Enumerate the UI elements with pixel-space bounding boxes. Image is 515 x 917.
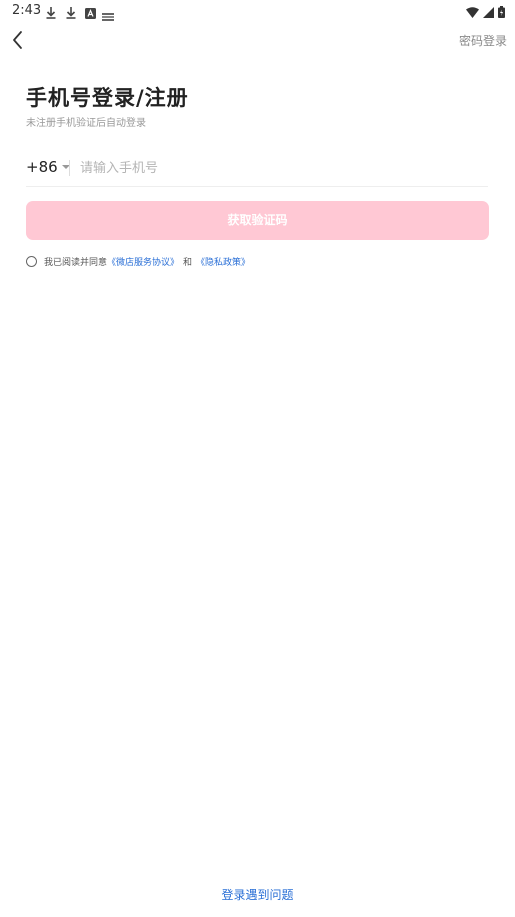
privacy-policy-link[interactable]: 《隐私政策》	[196, 255, 250, 268]
status-right-icons	[466, 3, 505, 22]
country-code-selector[interactable]: +86	[26, 158, 70, 176]
phone-number-input[interactable]	[78, 154, 482, 182]
agreement-prefix: 我已阅读并同意	[44, 258, 108, 268]
status-time: 2:43	[12, 3, 42, 18]
download-icon	[46, 4, 56, 23]
translate-icon	[85, 4, 96, 23]
phone-input-row: +86	[26, 150, 488, 187]
agree-radio[interactable]	[26, 256, 37, 267]
signal-icon	[483, 3, 494, 22]
country-code-label: +86	[26, 158, 58, 176]
login-help-link[interactable]: 登录遇到问题	[0, 886, 515, 903]
divider	[69, 160, 70, 176]
sim-icon	[102, 6, 114, 25]
page-subtitle: 未注册手机验证后自动登录	[26, 118, 146, 129]
download-icon	[66, 4, 76, 23]
service-agreement-link[interactable]: 《微店服务协议》	[107, 255, 179, 268]
status-bar: 2:43	[0, 0, 515, 22]
wifi-icon	[466, 3, 479, 22]
page-title: 手机号登录/注册	[26, 86, 189, 110]
agreement-and: 和	[183, 258, 193, 268]
chevron-left-icon	[6, 31, 34, 58]
password-login-link[interactable]: 密码登录	[459, 32, 507, 49]
battery-icon	[498, 3, 505, 22]
get-code-button[interactable]: 获取验证码	[26, 201, 489, 240]
back-button[interactable]	[6, 26, 34, 54]
agreement-row: 我已阅读并同意 《微店服务协议》 和 《隐私政策》	[26, 255, 250, 268]
